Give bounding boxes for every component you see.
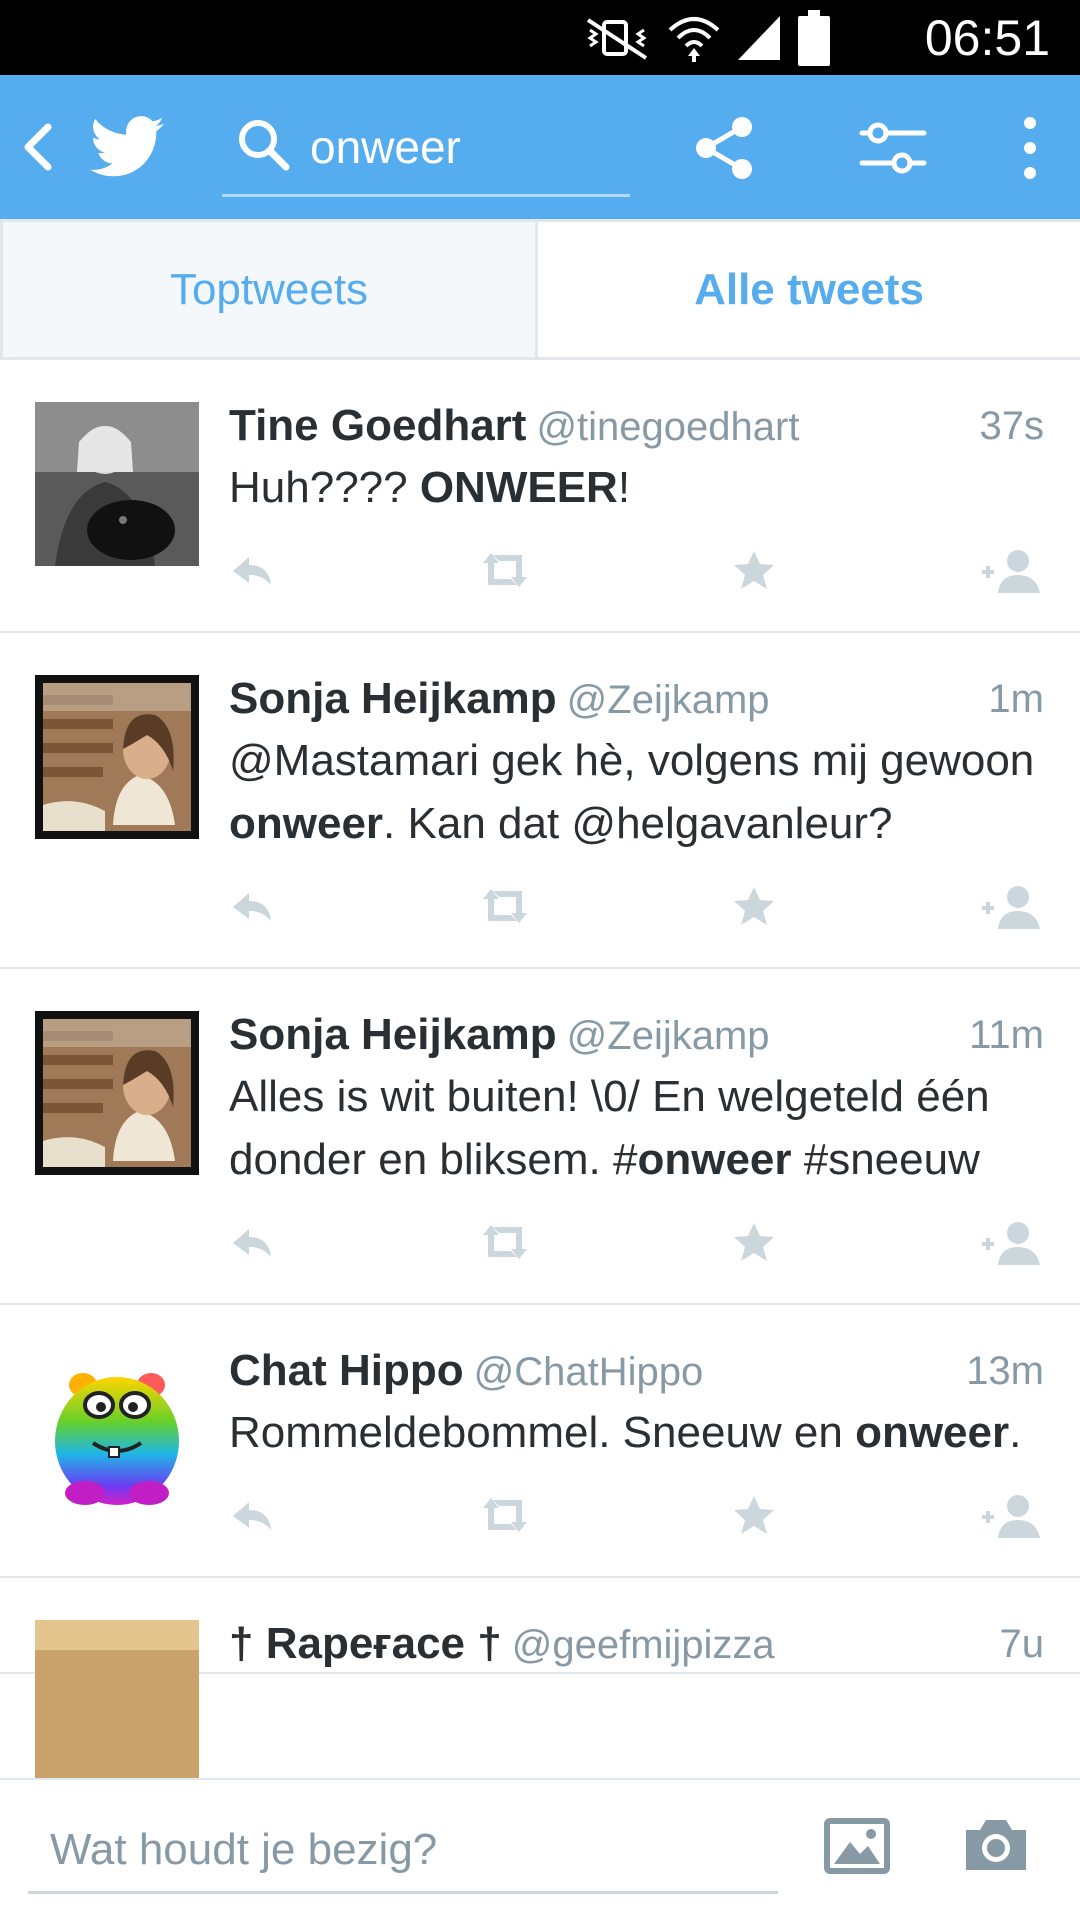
search-field[interactable]: onweer	[222, 97, 630, 197]
retweet-icon[interactable]	[477, 545, 533, 595]
compose-input[interactable]: Wat houdt je bezig?	[28, 1806, 778, 1894]
avatar[interactable]	[35, 1011, 199, 1175]
tweet-author-name[interactable]: Tine Goedhart	[229, 401, 526, 450]
tweet-author-handle[interactable]: @tinegoedhart	[536, 405, 799, 449]
tweet-author-handle[interactable]: @geefmijpizza	[512, 1623, 775, 1667]
tweet-item[interactable]: Sonja Heijkamp @Zeijkamp 11m Alles is wit b…	[0, 969, 1080, 1305]
tweet-author-name[interactable]: Sonja Heijkamp	[229, 674, 557, 723]
battery-icon	[798, 10, 830, 66]
tweet-actions	[229, 1205, 1044, 1275]
retweet-icon[interactable]	[477, 1490, 533, 1540]
overflow-menu-icon[interactable]	[1010, 113, 1050, 183]
twitter-bird-icon[interactable]	[90, 113, 164, 181]
tweet-text: Rommeldebommel. Sneeuw en onweer.	[229, 1408, 1022, 1457]
favorite-star-icon[interactable]	[731, 1217, 777, 1267]
reply-icon[interactable]	[229, 1490, 275, 1540]
tweet-author-handle[interactable]: @ChatHippo	[474, 1350, 704, 1394]
tweet-item[interactable]: Tine Goedhart @tinegoedhart 37s Huh???? ONW…	[0, 360, 1080, 633]
reply-icon[interactable]	[229, 1217, 275, 1267]
tweet-author-handle[interactable]: @Zeijkamp	[567, 1014, 770, 1058]
favorite-star-icon[interactable]	[731, 881, 777, 931]
avatar-image	[35, 1620, 199, 1778]
follow-user-icon[interactable]	[980, 1490, 1044, 1540]
avatar-image	[35, 402, 199, 566]
favorite-star-icon[interactable]	[731, 545, 777, 595]
search-icon	[239, 120, 290, 171]
tab-alle-tweets[interactable]: Alle tweets	[538, 219, 1080, 357]
avatar-image	[35, 1011, 199, 1175]
tweet-timeline[interactable]: Tine Goedhart @tinegoedhart 37s Huh???? ONW…	[0, 360, 1080, 1778]
signal-icon	[738, 16, 780, 60]
camera-icon[interactable]	[962, 1814, 1030, 1874]
filter-icon[interactable]	[858, 113, 928, 183]
avatar-image	[35, 1347, 199, 1511]
tweet-timestamp: 11m	[969, 1013, 1044, 1057]
avatar[interactable]	[35, 675, 199, 839]
avatar[interactable]	[35, 402, 199, 566]
tweet-actions	[229, 869, 1044, 939]
tweet-item[interactable]: Sonja Heijkamp @Zeijkamp 1m @Mastamari gek …	[0, 633, 1080, 969]
action-bar: onweer	[0, 75, 1080, 219]
tweet-actions	[229, 1478, 1044, 1548]
tweet-timestamp: 13m	[966, 1349, 1044, 1393]
tweet-item[interactable]: Chat Hippo @ChatHippo 13m Rommeldebommel. S…	[0, 1305, 1080, 1578]
avatar-image	[35, 675, 199, 839]
tweet-text: Alles is wit buiten! \0/ En welgeteld éé…	[229, 1072, 990, 1184]
retweet-icon[interactable]	[477, 1217, 533, 1267]
follow-user-icon[interactable]	[980, 881, 1044, 931]
tweet-text: Huh???? ONWEER!	[229, 463, 631, 512]
follow-user-icon[interactable]	[980, 1217, 1044, 1267]
tweet-author-name[interactable]: Sonja Heijkamp	[229, 1010, 557, 1059]
retweet-icon[interactable]	[477, 881, 533, 931]
tweet-actions	[229, 533, 1044, 603]
tweet-timestamp: 1m	[988, 677, 1044, 721]
compose-bar: Wat houdt je bezig?	[0, 1778, 1080, 1920]
tab-bar: Toptweets Alle tweets	[0, 219, 1080, 360]
search-query[interactable]: onweer	[310, 119, 461, 175]
clock: 06:51	[924, 10, 1050, 66]
tweet-timestamp: 37s	[979, 404, 1045, 448]
tweet-author-name[interactable]: † Rapeғace †	[229, 1619, 502, 1668]
back-icon[interactable]	[18, 117, 58, 177]
tweet-item[interactable]: † Rapeғace † @geefmijpizza 7u	[0, 1578, 1080, 1778]
avatar[interactable]	[35, 1620, 199, 1778]
tab-toptweets[interactable]: Toptweets	[0, 219, 538, 357]
share-icon[interactable]	[690, 113, 760, 183]
tweet-author-handle[interactable]: @Zeijkamp	[567, 678, 770, 722]
reply-icon[interactable]	[229, 545, 275, 595]
avatar[interactable]	[35, 1347, 199, 1511]
reply-icon[interactable]	[229, 881, 275, 931]
status-bar: 06:51	[0, 0, 1080, 75]
follow-user-icon[interactable]	[980, 545, 1044, 595]
mute-vibrate-icon	[586, 18, 648, 60]
image-icon[interactable]	[824, 1818, 890, 1874]
wifi-icon	[668, 17, 720, 62]
tweet-timestamp: 7u	[999, 1622, 1045, 1666]
favorite-star-icon[interactable]	[731, 1490, 777, 1540]
tweet-author-name[interactable]: Chat Hippo	[229, 1346, 464, 1395]
compose-placeholder: Wat houdt je bezig?	[50, 1825, 438, 1874]
tweet-text: @Mastamari gek hè, volgens mij gewoon on…	[229, 736, 1035, 848]
